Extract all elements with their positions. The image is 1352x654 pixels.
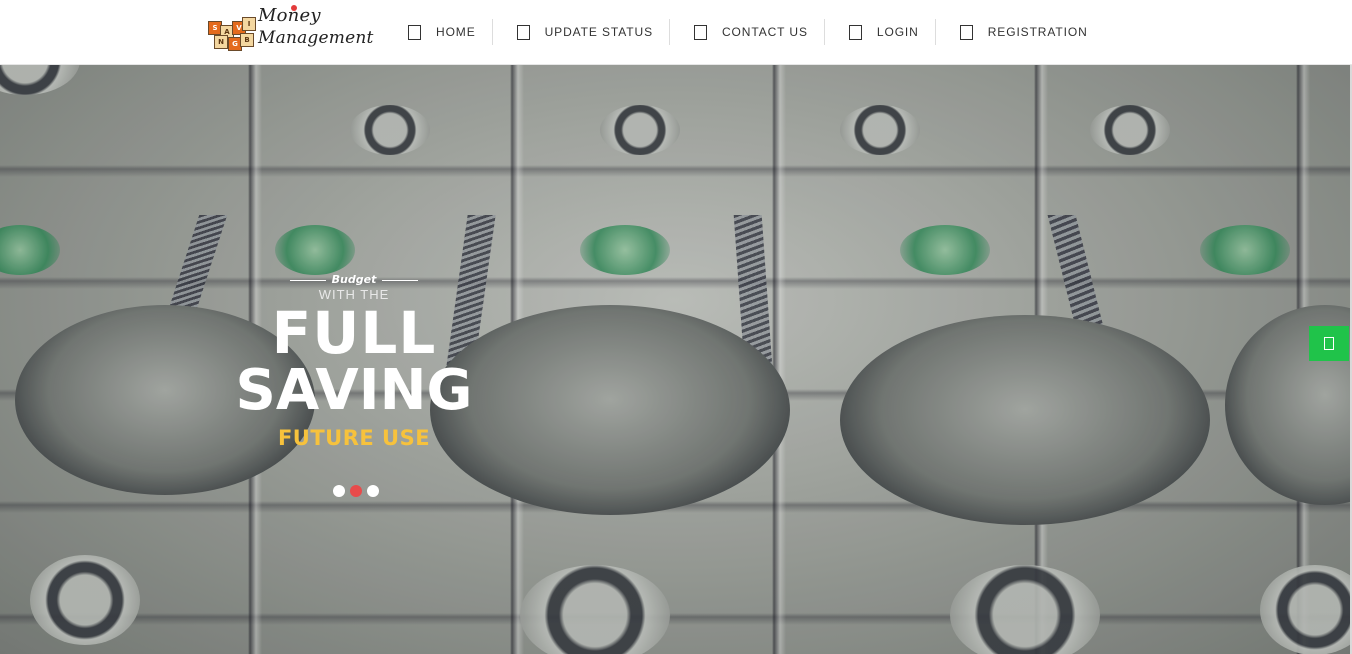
caption-saving: SAVING xyxy=(235,358,473,423)
logo[interactable]: S A V I N G B Money Management xyxy=(206,5,373,61)
main-nav: HOME UPDATE STATUS CONTACT US LOGIN REGI… xyxy=(400,19,1104,45)
nav-label-update-status: UPDATE STATUS xyxy=(544,25,653,39)
square-icon xyxy=(959,24,973,40)
nav-label-contact-us: CONTACT US xyxy=(721,25,808,39)
square-icon xyxy=(516,24,530,40)
nav-label-home: HOME xyxy=(436,25,476,39)
hero-caption: Budget WITH THE FULL SAVING FUTURE USE xyxy=(228,273,480,453)
logo-tile: B xyxy=(240,33,254,47)
slider-dot-1[interactable] xyxy=(333,485,345,497)
logo-tile: N xyxy=(214,35,228,49)
caption-budget: Budget xyxy=(228,273,480,287)
nav-label-login: LOGIN xyxy=(876,25,919,39)
logo-line-1: Money xyxy=(258,5,321,26)
nav-item-home[interactable]: HOME xyxy=(400,19,493,45)
caption-full: FULL xyxy=(271,299,437,367)
logo-line-2: Management xyxy=(258,28,374,48)
logo-text: Money Management xyxy=(258,5,374,49)
logo-tiles-icon: S A V I N G B xyxy=(206,13,256,53)
slider-dot-2[interactable] xyxy=(350,485,362,497)
slider-dots xyxy=(333,485,379,497)
site-header: S A V I N G B Money Management HOME UPDA… xyxy=(0,0,1352,65)
square-icon xyxy=(693,24,707,40)
nav-item-contact-us[interactable]: CONTACT US xyxy=(670,19,825,45)
nav-label-registration: REGISTRATION xyxy=(987,25,1088,39)
slider-dot-3[interactable] xyxy=(367,485,379,497)
square-icon xyxy=(1324,337,1334,350)
caption-future-use: FUTURE USE xyxy=(277,426,431,450)
square-icon xyxy=(848,24,862,40)
nav-item-registration[interactable]: REGISTRATION xyxy=(936,19,1104,45)
hero-overlay xyxy=(0,65,1350,654)
nav-item-update-status[interactable]: UPDATE STATUS xyxy=(493,19,670,45)
nav-item-login[interactable]: LOGIN xyxy=(825,19,936,45)
side-action-button[interactable] xyxy=(1309,326,1349,361)
square-icon xyxy=(408,24,421,40)
hero-slider: Budget WITH THE FULL SAVING FUTURE USE xyxy=(0,65,1350,654)
logo-tile: I xyxy=(242,17,256,31)
